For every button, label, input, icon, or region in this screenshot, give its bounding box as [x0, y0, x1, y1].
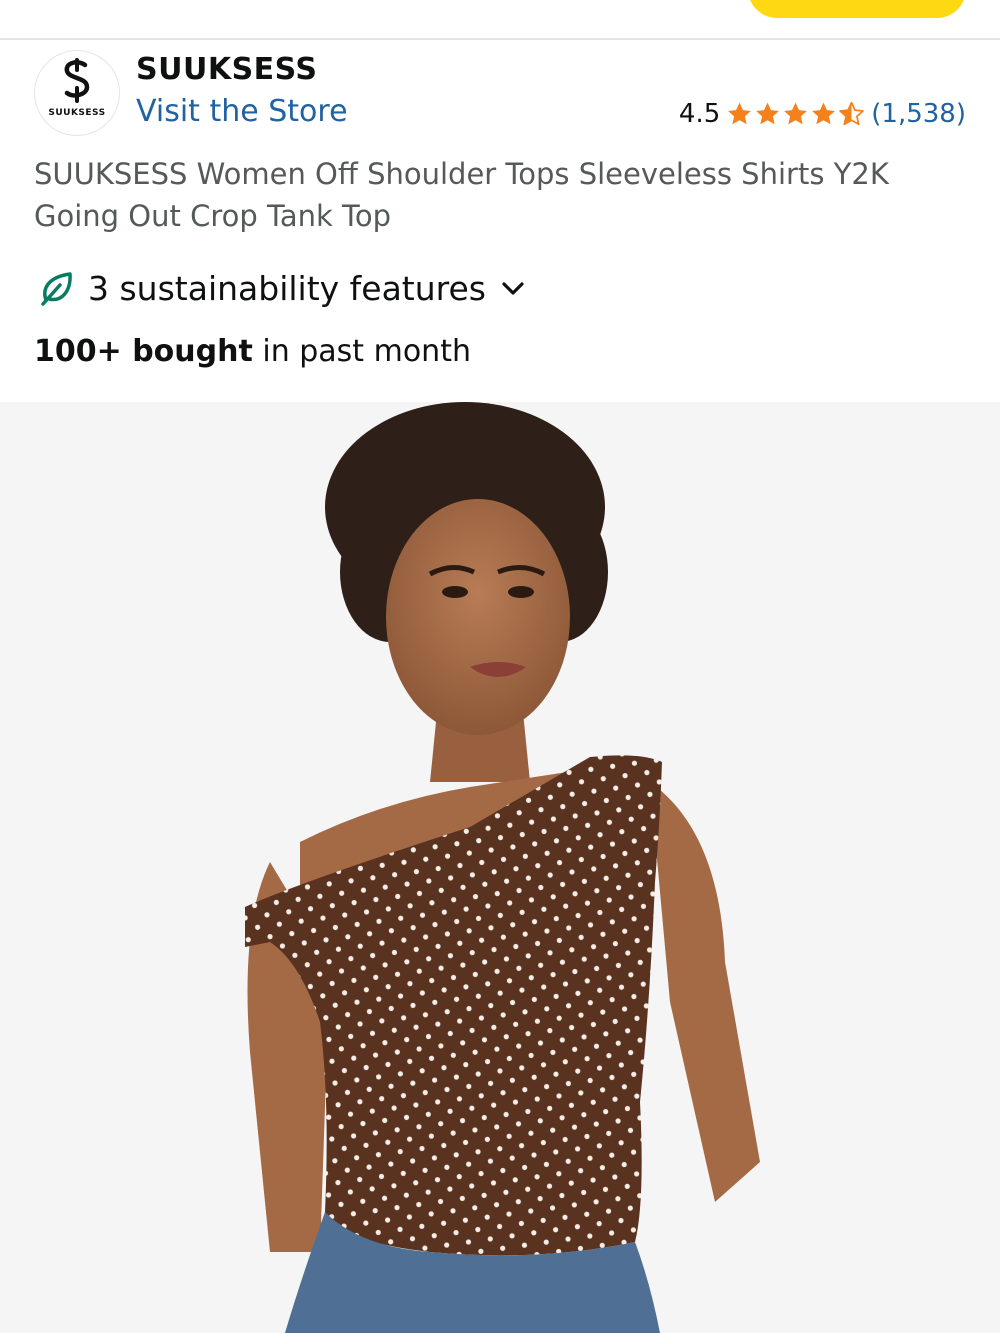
sustainability-features-toggle[interactable]: 3 sustainability features: [38, 266, 528, 310]
star-full-icon: [812, 102, 836, 125]
bought-count: 100+ bought: [34, 334, 253, 369]
sustainability-label: 3 sustainability features: [88, 268, 486, 308]
brand-logo[interactable]: SUUKSESS: [34, 50, 120, 136]
star-full-icon: [784, 102, 808, 125]
star-full-icon: [728, 102, 752, 125]
leaf-icon: [41, 272, 72, 306]
rating-value: 4.5: [678, 99, 721, 129]
product-photo: [0, 402, 1000, 1333]
product-image[interactable]: [0, 402, 1000, 1333]
visit-store-link[interactable]: Visit the Store: [136, 94, 348, 129]
rating-count-link[interactable]: (1,538): [871, 99, 966, 129]
star-full-icon: [756, 102, 780, 125]
top-toolbar: [0, 0, 1000, 38]
add-to-cart-button[interactable]: [748, 0, 966, 18]
star-half-icon: [839, 101, 865, 126]
product-title: SUUKSESS Women Off Shoulder Tops Sleevel…: [34, 157, 889, 233]
bought-in-past-month: 100+ bought in past month: [34, 334, 471, 369]
chevron-down-icon: [502, 282, 524, 295]
divider: [0, 38, 1000, 40]
logo-text: SUUKSESS: [48, 108, 106, 118]
bought-suffix: in past month: [252, 334, 471, 369]
ss-logo-mark-icon: [64, 58, 90, 103]
brand-name: SUUKSESS: [136, 52, 318, 87]
rating-summary[interactable]: 4.5 (1,538): [679, 97, 966, 131]
star-rating: [726, 101, 865, 127]
